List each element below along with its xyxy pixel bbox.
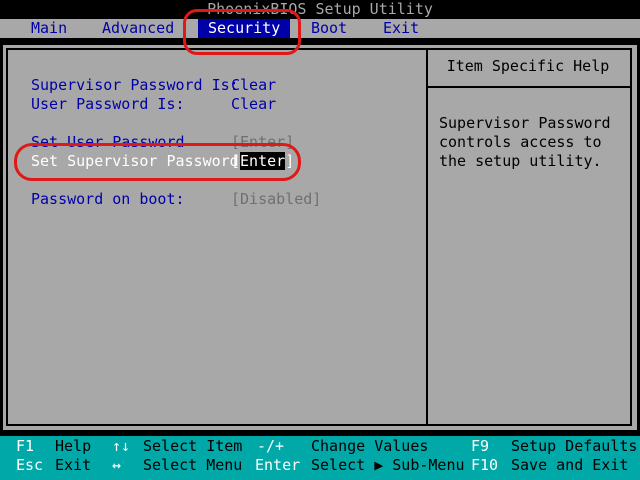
footer-key-esc: Esc [16, 456, 44, 474]
supervisor-password-highlight [14, 143, 301, 181]
footer-key-leftright-arrows-icon: ↔ [112, 456, 122, 474]
tab-exit[interactable]: Exit [373, 19, 429, 38]
panel-divider [426, 48, 428, 426]
footer-desc-help: Help [55, 437, 92, 455]
footer-desc-exit: Exit [55, 456, 92, 474]
footer-key-enter: Enter [255, 456, 301, 474]
tab-advanced[interactable]: Advanced [92, 19, 184, 38]
footer-desc-setup-defaults: Setup Defaults [511, 437, 638, 455]
user-password-status-value: Clear [231, 95, 277, 113]
tab-main[interactable]: Main [21, 19, 77, 38]
help-divider [428, 86, 632, 88]
tab-boot[interactable]: Boot [301, 19, 357, 38]
security-tab-highlight [183, 9, 301, 55]
help-title: Item Specific Help [446, 57, 610, 75]
help-text: Supervisor Password controls access to t… [439, 114, 611, 170]
footer-desc-select-item: Select Item [143, 437, 243, 455]
footer-desc-change-values: Change Values [311, 437, 429, 455]
footer-key-minus-plus: -/+ [257, 437, 285, 455]
footer-key-f9: F9 [471, 437, 490, 455]
footer-key-updown-arrows-icon: ↑↓ [112, 437, 131, 455]
bios-title: PhoenixBIOS Setup Utility [207, 0, 433, 18]
user-password-status-label: User Password Is: [31, 95, 185, 113]
password-on-boot-value[interactable]: [Disabled] [231, 190, 321, 209]
supervisor-password-status-value: Clear [231, 76, 277, 94]
footer-desc-select-submenu: Select ▶ Sub-Menu [311, 456, 465, 474]
footer-key-f1: F1 [16, 437, 35, 455]
footer-desc-save-and-exit: Save and Exit [511, 456, 629, 474]
supervisor-password-status-label: Supervisor Password Is: [31, 76, 239, 94]
footer-desc-select-menu: Select Menu [143, 456, 243, 474]
password-on-boot-label[interactable]: Password on boot: [31, 190, 185, 209]
footer-key-f10: F10 [471, 456, 499, 474]
